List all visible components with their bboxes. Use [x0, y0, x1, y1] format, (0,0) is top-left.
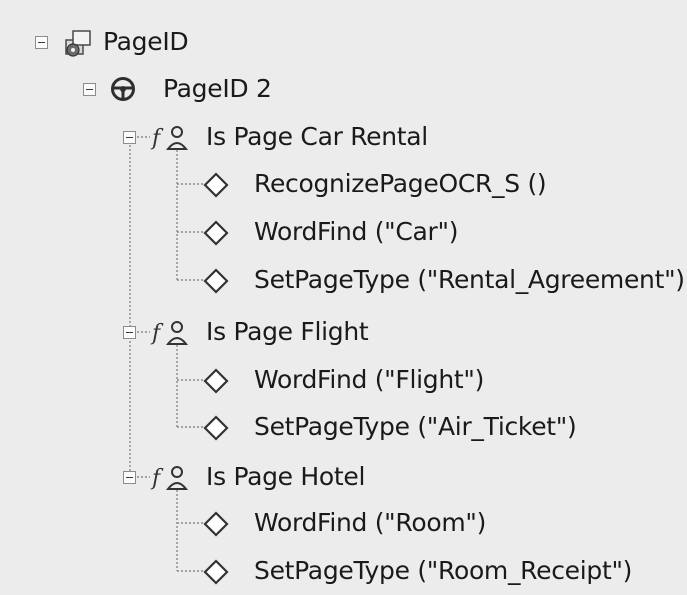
action-label: WordFind ("Flight") — [254, 365, 485, 394]
rule-label: Is Page Car Rental — [206, 122, 428, 151]
function-rule-icon: f — [150, 463, 194, 499]
action-node[interactable]: RecognizePageOCR_S () — [0, 164, 687, 204]
svg-text:f: f — [150, 466, 164, 491]
action-label: WordFind ("Room") — [254, 508, 487, 537]
collapse-toggle-icon[interactable] — [123, 131, 136, 144]
collapse-toggle-icon[interactable] — [35, 36, 48, 49]
child-node-label: PageID 2 — [163, 74, 272, 103]
action-node[interactable]: WordFind ("Flight") — [0, 360, 687, 400]
diamond-action-icon — [203, 220, 229, 252]
action-node[interactable]: SetPageType ("Air_Ticket") — [0, 407, 687, 447]
rule-label: Is Page Flight — [206, 317, 369, 346]
function-rule-icon: f — [150, 318, 194, 354]
action-label: SetPageType ("Rental_Agreement") — [254, 265, 685, 294]
action-node[interactable]: SetPageType ("Rental_Agreement") — [0, 260, 687, 300]
action-node[interactable]: WordFind ("Room") — [0, 503, 687, 543]
diamond-action-icon — [203, 559, 229, 591]
action-node[interactable]: SetPageType ("Room_Receipt") — [0, 551, 687, 591]
rule-tree: PageID PageID 2 f Is Page Car Rental Rec… — [0, 0, 687, 595]
tree-node-root[interactable]: PageID — [0, 22, 300, 62]
diamond-action-icon — [203, 268, 229, 300]
svg-text:f: f — [150, 126, 164, 151]
action-label: SetPageType ("Room_Receipt") — [254, 556, 633, 585]
rule-node-hotel[interactable]: f Is Page Hotel — [0, 457, 460, 497]
action-label: RecognizePageOCR_S () — [254, 169, 547, 198]
diamond-action-icon — [203, 511, 229, 543]
action-label: WordFind ("Car") — [254, 217, 459, 246]
tree-node-pageid-2[interactable]: PageID 2 — [0, 69, 320, 109]
diamond-action-icon — [203, 368, 229, 400]
collapse-toggle-icon[interactable] — [83, 83, 96, 96]
diamond-action-icon — [203, 415, 229, 447]
function-rule-icon: f — [150, 123, 194, 159]
root-node-label: PageID — [103, 27, 189, 56]
action-label: SetPageType ("Air_Ticket") — [254, 412, 577, 441]
collapse-toggle-icon[interactable] — [123, 326, 136, 339]
document-stack-icon — [64, 27, 96, 63]
collapse-toggle-icon[interactable] — [123, 471, 136, 484]
steering-wheel-icon — [110, 76, 136, 108]
svg-text:f: f — [150, 321, 164, 346]
action-node[interactable]: WordFind ("Car") — [0, 212, 687, 252]
diamond-action-icon — [203, 172, 229, 204]
rule-node-car-rental[interactable]: f Is Page Car Rental — [0, 117, 460, 157]
rule-node-flight[interactable]: f Is Page Flight — [0, 312, 460, 352]
rule-label: Is Page Hotel — [206, 462, 366, 491]
